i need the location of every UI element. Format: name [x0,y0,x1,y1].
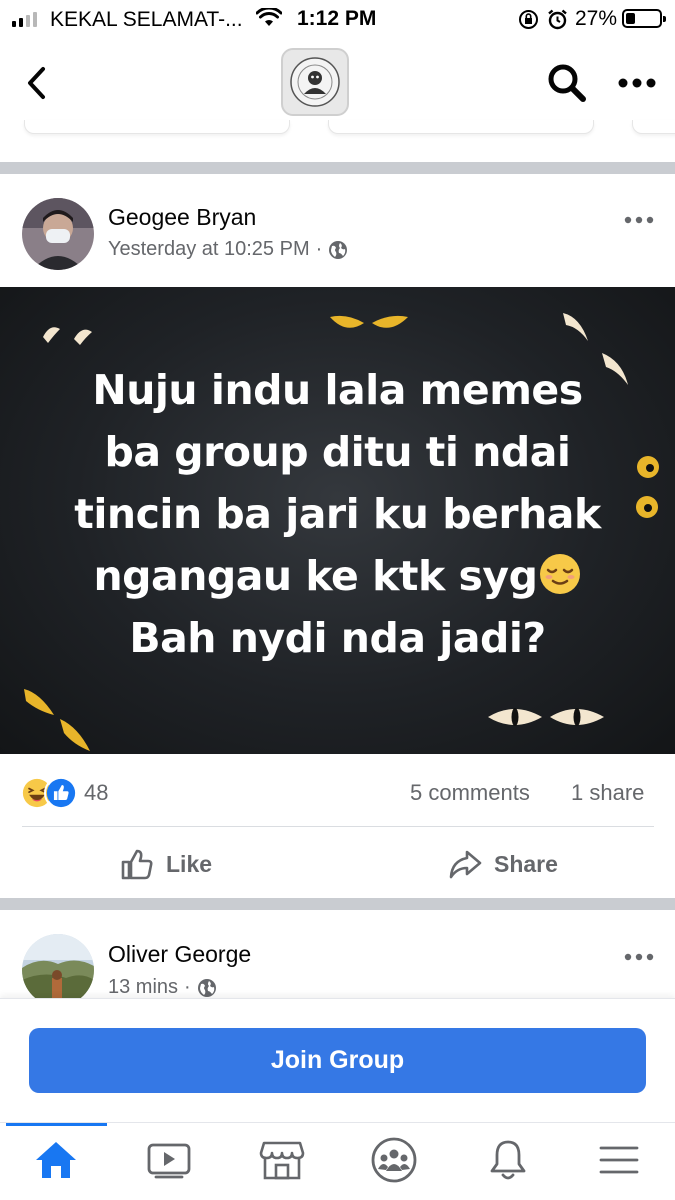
feed-divider [0,162,675,174]
like-button[interactable]: Like [120,842,212,886]
post-meta: Yesterday at 10:25 PM · [108,238,348,261]
tab-menu[interactable] [589,1135,649,1185]
next-post-timestamp[interactable]: 13 mins [108,976,178,999]
signal-icon [12,11,37,27]
action-divider [22,826,654,827]
share-arrow-icon [449,850,482,879]
avatar-image [22,198,94,270]
status-bar: KEKAL SELAMAT-... 1:12 PM 27% [0,0,675,38]
clock: 1:12 PM [297,7,377,30]
share-label: Share [494,850,558,877]
relieved-face-emoji [539,554,580,594]
next-author-avatar[interactable] [22,934,94,1006]
share-button[interactable]: Share [448,842,558,886]
next-post-meta: 13 mins · [108,976,217,999]
reaction-count: 48 [84,780,109,805]
menu-icon [599,1146,639,1174]
more-icon [618,78,656,88]
post-timestamp[interactable]: Yesterday at 10:25 PM [108,238,310,261]
feed-divider [0,898,675,910]
tab-marketplace[interactable] [252,1135,312,1185]
active-tab-indicator [6,1123,107,1126]
meme-line: ngangau ke ktk syg [93,552,538,600]
meme-line-with-emoji: ngangau ke ktk syg [20,545,655,607]
tab-video[interactable] [139,1135,199,1185]
search-icon [548,64,586,102]
previous-cards [0,120,675,140]
join-group-bar: Join Group [0,998,675,1122]
meta-separator: · [315,238,323,260]
battery-percent: 27% [575,7,618,30]
meme-caption: Nuju indu lala memes ba group ditu ti nd… [20,359,655,669]
more-icon [624,953,654,961]
carrier-name: KEKAL SELAMAT-... [50,8,243,31]
back-button[interactable] [14,58,58,108]
back-chevron-icon [28,67,45,99]
like-label: Like [166,850,213,877]
notifications-icon [490,1140,526,1180]
previous-card [24,120,290,134]
meme-line: Nuju indu lala memes [92,366,583,414]
battery-icon [622,9,666,28]
bottom-tab-bar [0,1122,675,1200]
group-logo-image [290,57,340,107]
group-header [0,38,675,130]
next-post-author[interactable]: Oliver George [108,941,251,968]
group-logo[interactable] [281,48,349,116]
meme-line: Bah nydi nda jadi? [129,614,546,662]
more-icon [624,216,654,224]
meme-line: tincin ba jari ku berhak [74,490,601,538]
battery-level [626,13,635,24]
previous-card [328,120,594,134]
video-icon [147,1143,191,1179]
tab-home[interactable] [26,1135,86,1185]
wifi-icon [256,8,282,26]
previous-card [632,120,675,134]
tab-groups[interactable] [364,1135,424,1185]
tab-notifications[interactable] [478,1135,538,1185]
post-more-button[interactable] [620,210,660,230]
like-reaction-icon [44,776,78,810]
marketplace-icon [259,1141,305,1180]
globe-icon [197,978,216,997]
author-avatar[interactable] [22,198,94,270]
globe-icon [329,240,348,259]
shares-count[interactable]: 1 share [571,780,644,806]
alarm-icon [548,9,567,30]
comments-count[interactable]: 5 comments [410,780,530,806]
home-icon [36,1142,76,1178]
more-options-button[interactable] [613,68,661,98]
post-author[interactable]: Geogee Bryan [108,204,256,231]
post-image[interactable]: Nuju indu lala memes ba group ditu ti nd… [0,287,675,754]
groups-icon [371,1137,417,1183]
thumbs-up-icon [121,849,153,880]
avatar-image [22,934,94,1006]
next-post-more-button[interactable] [620,947,660,967]
orientation-lock-icon [519,10,538,29]
meta-separator: · [184,976,191,998]
join-group-button[interactable]: Join Group [29,1028,646,1093]
meme-line: ba group ditu ti ndai [104,428,572,476]
search-button[interactable] [545,60,589,106]
reactions-summary[interactable]: 48 [20,776,108,810]
